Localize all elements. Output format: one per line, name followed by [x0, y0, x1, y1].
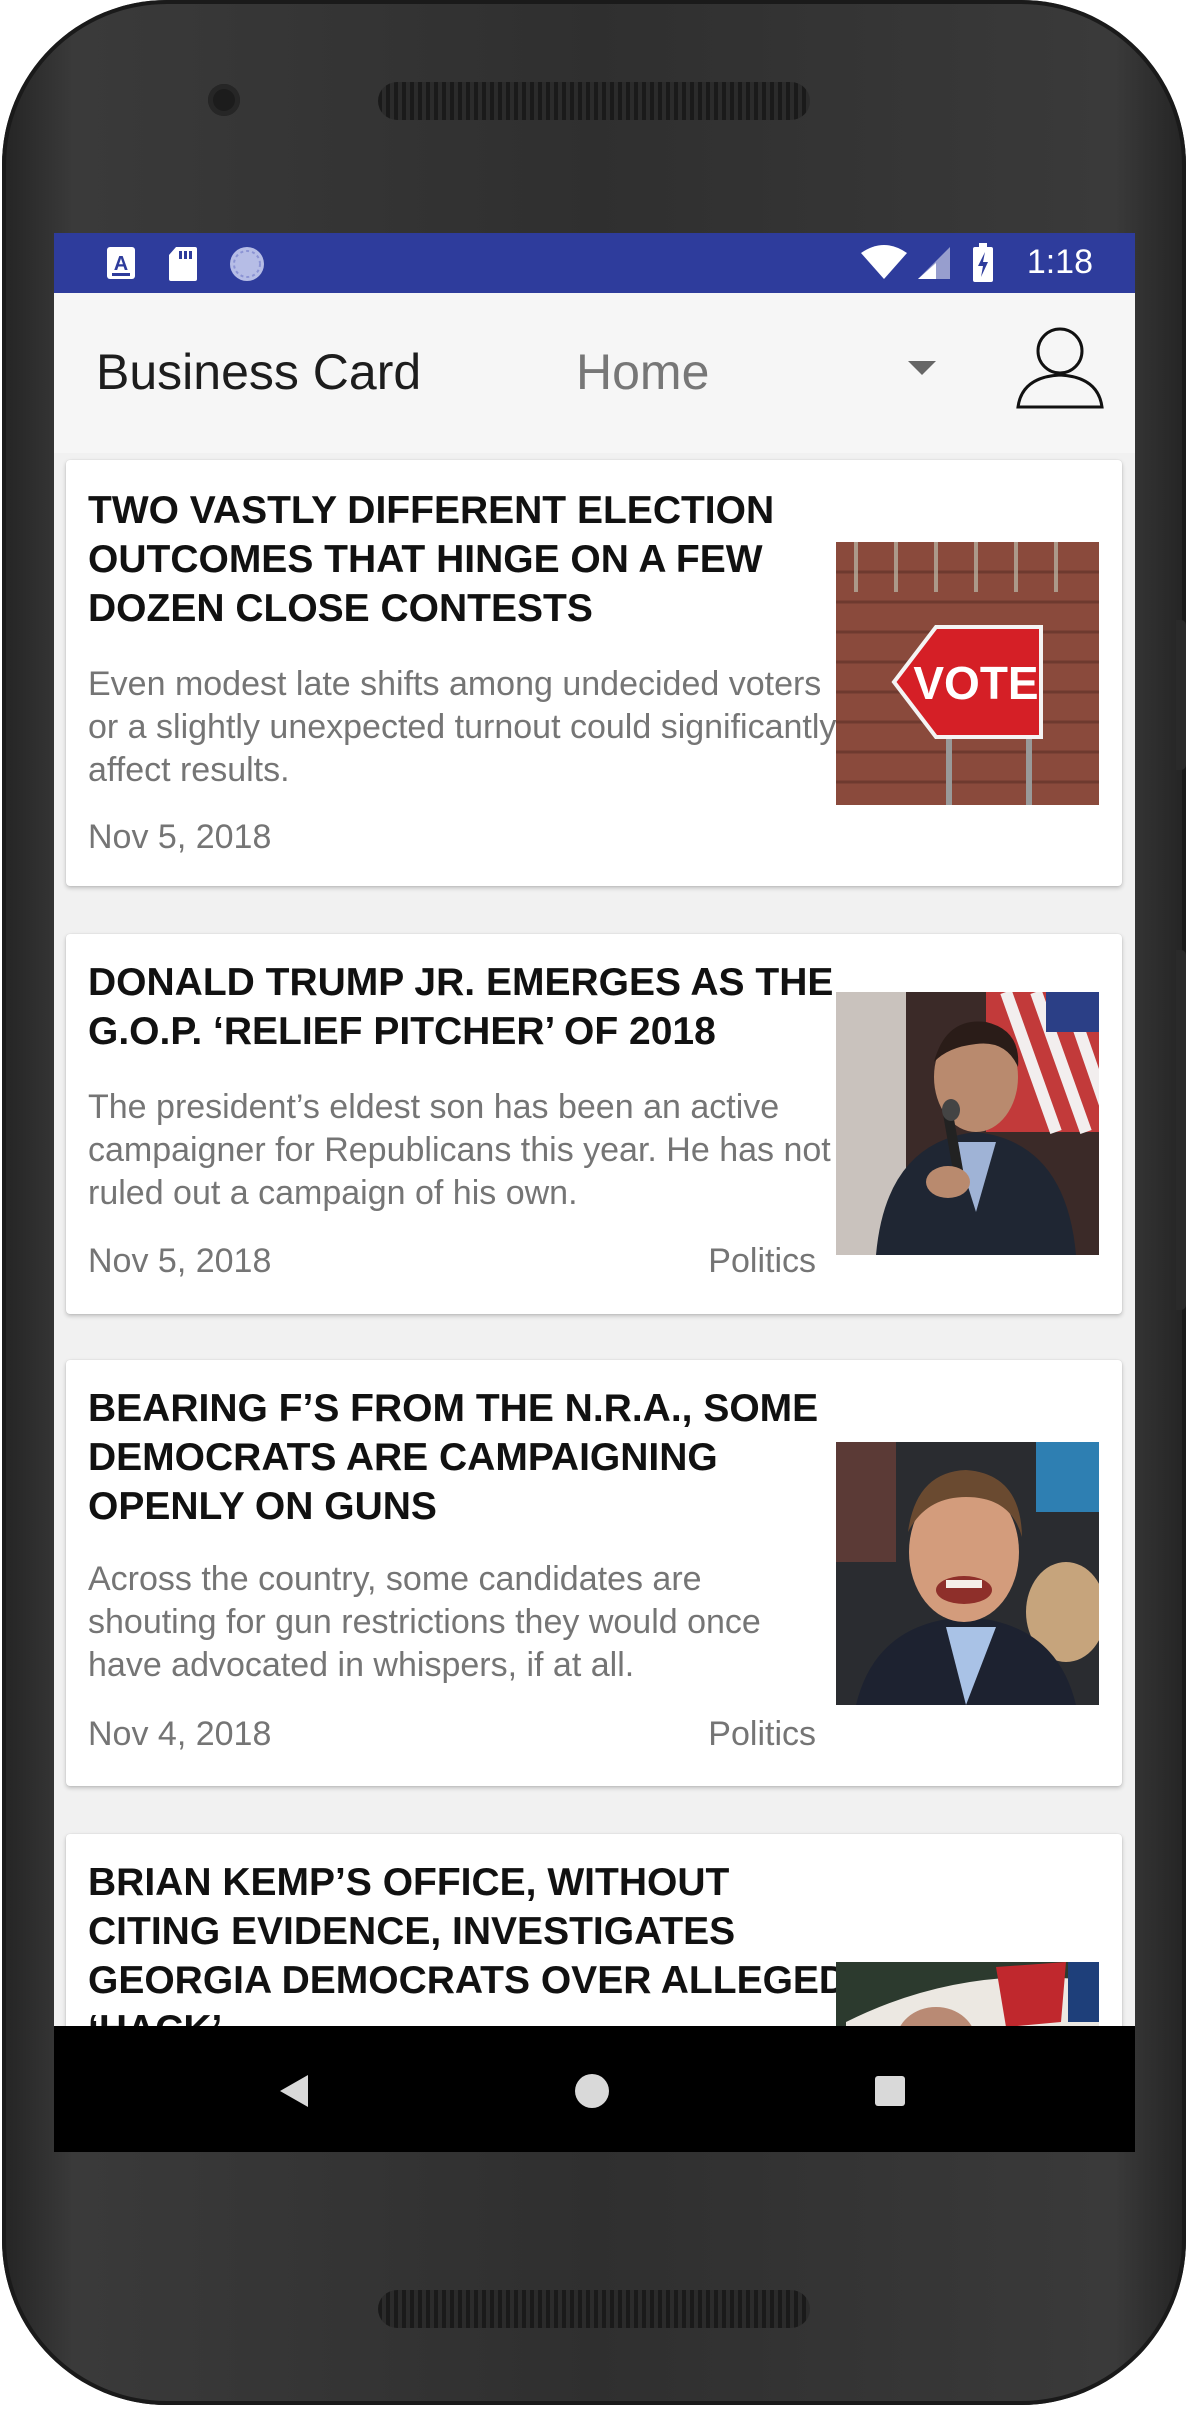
phone-frame: A 1:18 Business Card Home TWO VASTLY DIF…	[2, 0, 1186, 2405]
article-summary: Even modest late shifts among undecided …	[88, 665, 837, 789]
dropdown-arrow-icon	[908, 361, 936, 375]
article-card[interactable]: DONALD TRUMP JR. EMERGES AS THE G.O.P. ‘…	[66, 934, 1122, 1314]
article-title: BRIAN KEMP’S OFFICE, WITHOUT CITING EVID…	[88, 1861, 848, 2051]
article-title: TWO VASTLY DIFFERENT ELECTION OUTCOMES T…	[88, 489, 775, 630]
person-outline-icon[interactable]	[1014, 319, 1106, 411]
accessibility-a-icon: A	[107, 247, 135, 279]
volume-button	[1176, 620, 1186, 770]
back-triangle-icon[interactable]	[278, 2073, 310, 2109]
article-summary: The president’s eldest son has been an a…	[88, 1088, 831, 1212]
section-spinner[interactable]: Home	[554, 323, 974, 423]
screen: A 1:18 Business Card Home TWO VASTLY DIF…	[54, 233, 1135, 2152]
article-card[interactable]: TWO VASTLY DIFFERENT ELECTION OUTCOMES T…	[66, 460, 1122, 886]
article-date: Nov 4, 2018	[88, 1715, 272, 1753]
svg-text:A: A	[114, 253, 128, 275]
front-camera	[208, 84, 240, 116]
wifi-icon	[861, 245, 907, 279]
vote-sign-photo: VOTE	[836, 542, 1099, 805]
article-title: BEARING F’S FROM THE N.R.A., SOME DEMOCR…	[88, 1387, 819, 1528]
sync-circle-icon	[230, 247, 264, 281]
article-summary: Across the country, some candidates are …	[88, 1560, 761, 1684]
app-bar: Business Card Home	[54, 293, 1135, 453]
bottom-speaker	[378, 2290, 810, 2328]
navigation-bar	[54, 2026, 1135, 2152]
article-date: Nov 5, 2018	[88, 1242, 272, 1280]
battery-charging-icon	[973, 243, 993, 282]
spinner-value: Home	[576, 344, 710, 400]
article-date: Nov 5, 2018	[88, 818, 272, 856]
article-title: DONALD TRUMP JR. EMERGES AS THE G.O.P. ‘…	[88, 961, 834, 1053]
article-category: Politics	[708, 1242, 816, 1280]
sd-card-icon	[169, 247, 197, 281]
status-time: 1:18	[1026, 243, 1093, 281]
speaker-with-microphone-photo	[836, 992, 1099, 1255]
app-title: Business Card	[96, 344, 422, 400]
power-button	[1176, 950, 1186, 1310]
recents-square-icon[interactable]	[874, 2075, 906, 2107]
status-bar: A 1:18	[54, 233, 1135, 293]
top-speaker	[378, 82, 810, 120]
article-category: Politics	[708, 1715, 816, 1753]
home-circle-icon[interactable]	[574, 2073, 610, 2109]
smiling-candidate-photo	[836, 1442, 1099, 1705]
vote-sign-text: VOTE	[913, 657, 1038, 709]
signal-icon	[918, 247, 950, 279]
article-card[interactable]: BEARING F’S FROM THE N.R.A., SOME DEMOCR…	[66, 1360, 1122, 1786]
